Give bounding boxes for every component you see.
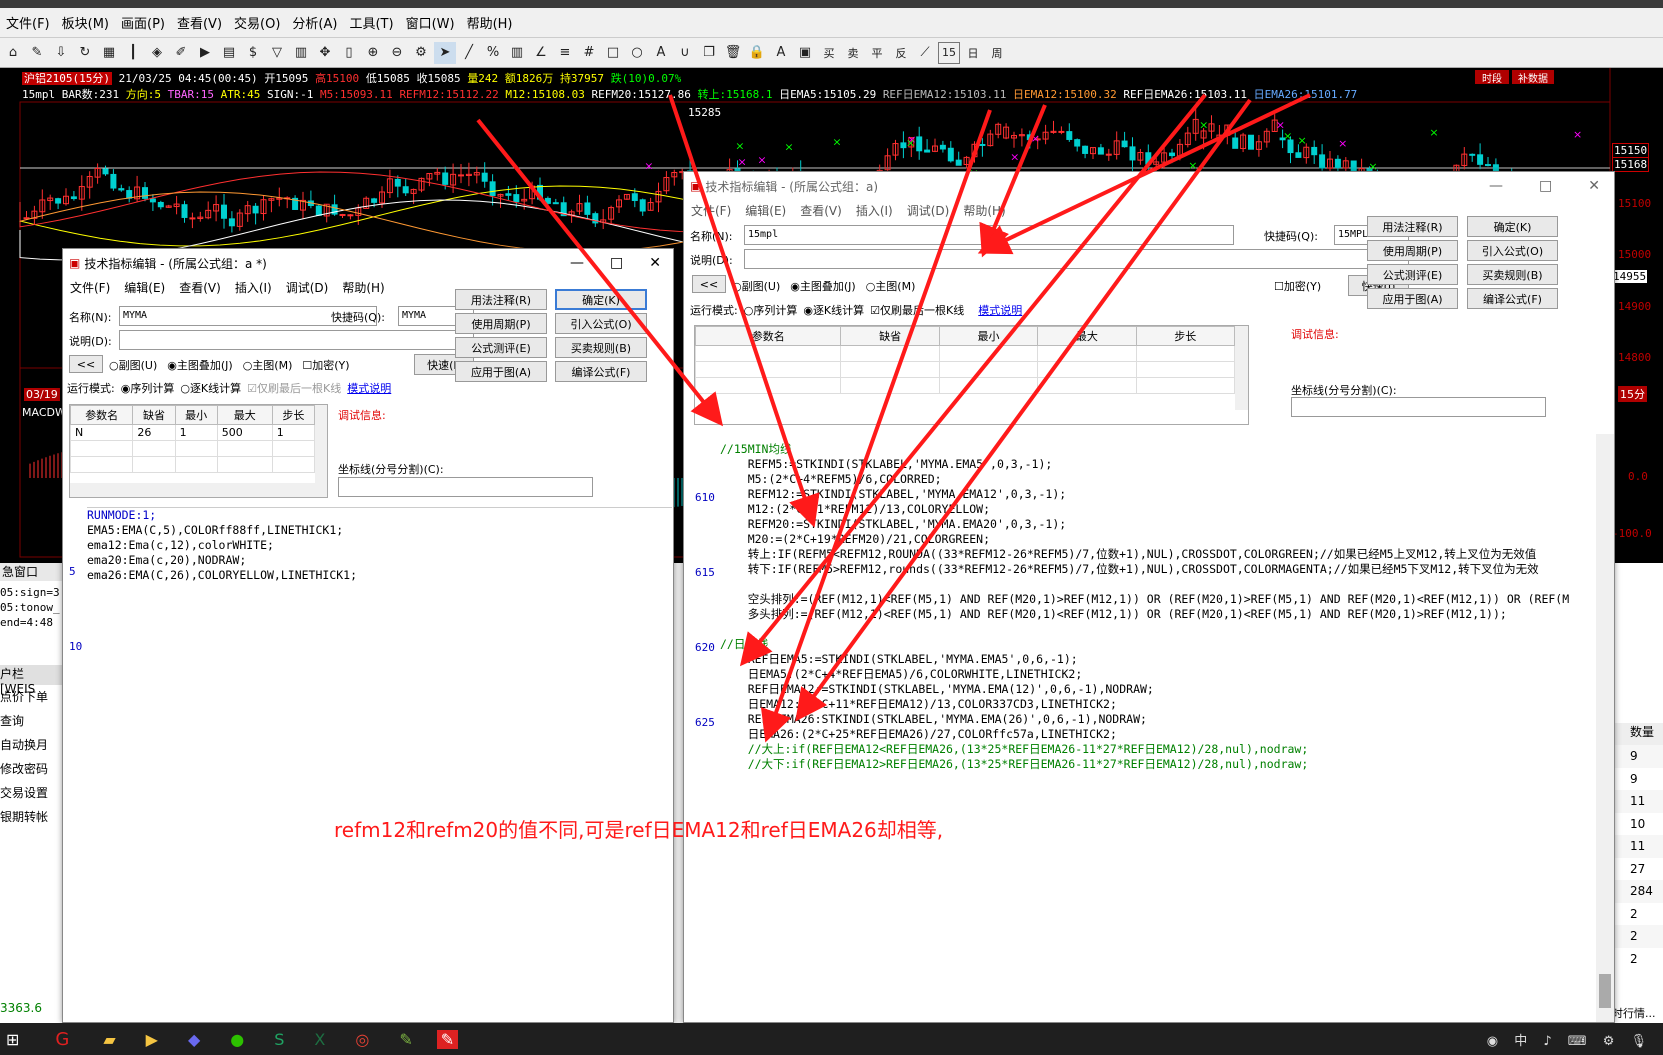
app-icon[interactable]: ◆ [188, 1030, 200, 1049]
chrome-icon[interactable]: ◎ [355, 1030, 369, 1049]
annotation-arrow [795, 98, 1252, 722]
annotation-arrow [668, 94, 820, 528]
annotation-arrow [979, 104, 1047, 258]
annotation-arrow [476, 118, 723, 427]
spreadsheet-icon[interactable]: S [274, 1030, 284, 1049]
tray-icons: ◉ 中 ♪ ⌨ ⚙ 🎙 [1486, 1033, 1653, 1049]
taskbar: ⊞ G ▰ ▶ ◆ ● S X ◎ ✎ ✎ ◉ 中 ♪ ⌨ ⚙ 🎙 [0, 1023, 1663, 1055]
start-icon[interactable]: ⊞ [6, 1030, 19, 1049]
annotation-arrows [476, 93, 1311, 743]
excel-icon[interactable]: X [314, 1030, 325, 1049]
notes-icon[interactable]: ✎ [399, 1030, 412, 1049]
annotation-arrow [739, 93, 1207, 667]
folder-icon[interactable]: ▰ [103, 1030, 115, 1049]
player-icon[interactable]: ▶ [146, 1030, 158, 1049]
active-app-icon[interactable]: ✎ [436, 1029, 459, 1049]
app-logo-icon[interactable]: G [55, 1029, 69, 1050]
wechat-icon[interactable]: ● [230, 1030, 244, 1049]
annotation-arrow [977, 93, 1311, 255]
annotation-arrow [760, 109, 992, 743]
